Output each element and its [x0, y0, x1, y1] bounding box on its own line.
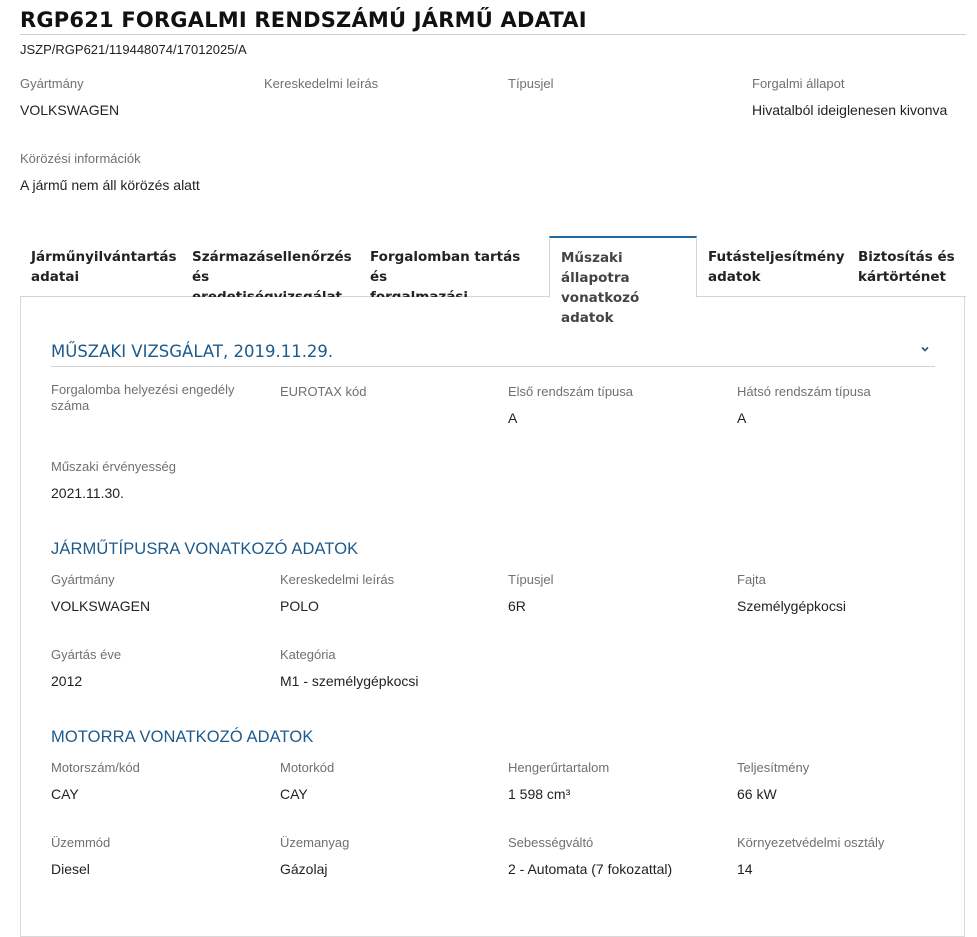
vehicle-type-heading: JÁRMŰTÍPUSRA VONATKOZÓ ADATOK	[51, 540, 359, 558]
tab-label-line1: Biztosítás és	[858, 249, 955, 265]
field-label: Teljesítmény	[737, 760, 810, 775]
field-label: Típusjel	[508, 572, 554, 587]
field-rear-plate-type: Hátsó rendszám típusa A	[737, 384, 871, 427]
field-value: 2021.11.30.	[51, 485, 124, 501]
field-label: Üzemanyag	[280, 835, 350, 850]
page-title: RGP621 FORGALMI RENDSZÁMÚ JÁRMŰ ADATAI	[20, 8, 966, 35]
field-label: Forgalmi állapot	[752, 76, 845, 91]
field-value: VOLKSWAGEN	[20, 102, 120, 118]
field-displacement: Hengerűrtartalom 1 598 cm³	[508, 760, 609, 803]
field-value: 66 kW	[737, 786, 777, 802]
field-label: Hátsó rendszám típusa	[737, 384, 871, 399]
summary-type-code: Típusjel	[508, 76, 554, 101]
tab-technical-condition[interactable]: Műszaki állapotra vonatkozó adatok	[549, 236, 697, 326]
tab-origin-check[interactable]: Származásellenőrzés és eredetiségvizsgál…	[181, 236, 359, 305]
field-front-plate-type: Első rendszám típusa A	[508, 384, 633, 427]
field-label: Kategória	[280, 647, 336, 662]
tab-bar: Járműnyilvántartás adatai Származásellen…	[20, 236, 966, 326]
summary-wanted-info: Körözési információk A jármű nem áll kör…	[20, 151, 200, 194]
field-value: CAY	[51, 786, 79, 802]
field-value: A jármű nem áll körözés alatt	[20, 177, 200, 193]
field-value: M1 - személygépkocsi	[280, 673, 419, 689]
field-label: Típusjel	[508, 76, 554, 91]
tab-label-line2: vonatkozó adatok	[561, 290, 640, 326]
tab-label-line2: adatai	[31, 269, 80, 285]
field-vt-year: Gyártás éve 2012	[51, 647, 121, 690]
field-vt-category: Kategória M1 - személygépkocsi	[280, 647, 419, 690]
tab-label-line1: Forgalomban tartás és	[370, 249, 521, 285]
field-label: Hengerűrtartalom	[508, 760, 610, 775]
field-label: Kereskedelmi leírás	[280, 572, 395, 587]
field-technical-validity: Műszaki érvényesség 2021.11.30.	[51, 459, 176, 502]
field-label: Forgalomba helyezési engedély száma	[51, 382, 235, 413]
field-value: 2012	[51, 673, 83, 689]
field-vt-trade-name: Kereskedelmi leírás POLO	[280, 572, 394, 615]
summary-make: Gyártmány VOLKSWAGEN	[20, 76, 119, 119]
field-label: Sebességváltó	[508, 835, 594, 850]
field-value: A	[508, 410, 518, 426]
field-label: Gyártmány	[20, 76, 84, 91]
tab-registry-data[interactable]: Járműnyilvántartás adatai	[20, 236, 181, 297]
field-label: EUROTAX kód	[280, 384, 367, 399]
tab-traffic-restrictions[interactable]: Forgalomban tartás és forgalmazási korlá…	[359, 236, 549, 325]
field-operating-mode: Üzemmód Diesel	[51, 835, 110, 878]
field-value: POLO	[280, 598, 319, 614]
tab-label-line1: Futásteljesítmény	[708, 249, 845, 265]
field-fuel: Üzemanyag Gázolaj	[280, 835, 349, 878]
field-label: Első rendszám típusa	[508, 384, 634, 399]
tab-label-line2: adatok	[708, 269, 761, 285]
tab-label-line1: Származásellenőrzés	[192, 249, 352, 265]
inspection-accordion-header[interactable]: MŰSZAKI VIZSGÁLAT, 2019.11.29.	[51, 342, 935, 367]
tab-mileage[interactable]: Futásteljesítmény adatok	[697, 236, 847, 297]
field-value: 1 598 cm³	[508, 786, 571, 802]
tab-label-line1: Járműnyilvántartás	[31, 249, 177, 265]
field-value: Hivatalból ideiglenesen kivonva	[752, 102, 948, 118]
field-eurotax-code: EUROTAX kód	[280, 384, 366, 409]
field-label: Gyártmány	[51, 572, 115, 587]
tab-insurance[interactable]: Biztosítás és kártörténet	[847, 236, 966, 297]
field-env-class: Környezetvédelmi osztály 14	[737, 835, 884, 878]
field-label: Üzemmód	[51, 835, 111, 850]
field-engine-code: Motorkód CAY	[280, 760, 334, 803]
summary-trade-name: Kereskedelmi leírás	[264, 76, 378, 101]
field-label: Körözési információk	[20, 151, 141, 166]
tab-label-line2: kártörténet	[858, 269, 946, 285]
field-label: Fajta	[737, 572, 766, 587]
field-value: VOLKSWAGEN	[51, 598, 151, 614]
field-vt-kind: Fajta Személygépkocsi	[737, 572, 846, 615]
field-value: Diesel	[51, 861, 90, 877]
reference-number: JSZP/RGP621/119448074/17012025/A	[20, 42, 247, 57]
field-engine-number: Motorszám/kód CAY	[51, 760, 140, 803]
field-permit-number: Forgalomba helyezési engedély száma	[51, 382, 256, 423]
summary-traffic-status: Forgalmi állapot Hivatalból ideiglenesen…	[752, 76, 947, 119]
field-transmission: Sebességváltó 2 - Automata (7 fokozattal…	[508, 835, 672, 878]
inspection-title: MŰSZAKI VIZSGÁLAT, 2019.11.29.	[51, 342, 334, 361]
field-vt-type-code: Típusjel 6R	[508, 572, 554, 615]
chevron-down-glyph	[921, 346, 929, 352]
field-value: Személygépkocsi	[737, 598, 846, 614]
field-label: Műszaki érvényesség	[51, 459, 176, 474]
field-value: 6R	[508, 598, 526, 614]
field-label: Motorkód	[280, 760, 335, 775]
field-vt-make: Gyártmány VOLKSWAGEN	[51, 572, 150, 615]
chevron-down-icon[interactable]	[919, 342, 933, 356]
engine-heading: MOTORRA VONATKOZÓ ADATOK	[51, 728, 314, 746]
field-label: Kereskedelmi leírás	[264, 76, 379, 91]
field-value: 14	[737, 861, 753, 877]
field-label: Motorszám/kód	[51, 760, 140, 775]
field-label: Gyártás éve	[51, 647, 122, 662]
field-value: A	[737, 410, 747, 426]
field-power: Teljesítmény 66 kW	[737, 760, 809, 803]
field-label: Környezetvédelmi osztály	[737, 835, 885, 850]
field-value: Gázolaj	[280, 861, 328, 877]
field-value: 2 - Automata (7 fokozattal)	[508, 861, 673, 877]
tab-label-line1: Műszaki állapotra	[561, 250, 630, 286]
field-value: CAY	[280, 786, 308, 802]
